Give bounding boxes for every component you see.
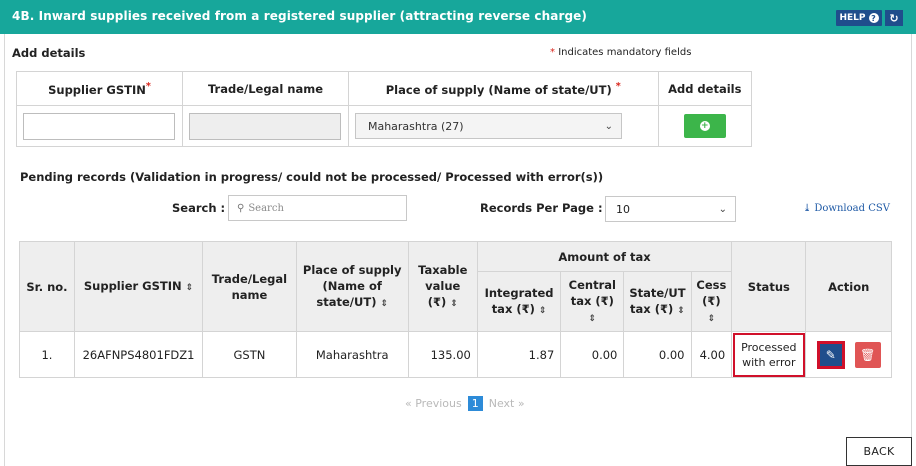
pending-records-title: Pending records (Validation in progress/… (20, 170, 604, 184)
add-button[interactable]: + (683, 114, 726, 138)
next-page-link[interactable]: Next » (489, 397, 525, 410)
mandatory-star: * (550, 47, 555, 58)
place-of-supply-value: Maharashtra (27) (367, 119, 464, 133)
plus-icon: + (699, 120, 710, 131)
sort-icon: ⇕ (185, 282, 194, 293)
edit-button[interactable]: ✎ (816, 340, 845, 369)
th-status: Status (731, 241, 807, 332)
search-icon: ⚲ (237, 202, 245, 214)
col-add-details: Add details (657, 71, 753, 106)
required-star: * (145, 80, 151, 92)
col-place-of-supply: Place of supply (Name of state/UT) * (347, 71, 659, 106)
mandatory-note-text: Indicates mandatory fields (558, 47, 692, 58)
previous-page-link[interactable]: « Previous (405, 397, 462, 410)
back-button[interactable]: BACK (846, 437, 912, 466)
th-integrated-tax[interactable]: Integrated tax (₹) ⇕ (476, 271, 562, 332)
records-per-page-label: Records Per Page : (480, 201, 603, 215)
table-row: 1. 26AFNPS4801FDZ1 GSTN Maharashtra 135.… (19, 331, 892, 378)
page-1-button[interactable]: 1 (467, 396, 483, 411)
th-cess[interactable]: Cess (₹) ⇕ (690, 271, 733, 332)
pending-records-table: Sr. no. Supplier GSTIN ⇕ Trade/Legal name… (19, 241, 892, 378)
search-placeholder: Search (248, 202, 284, 214)
trash-icon: 🗑 (860, 347, 876, 362)
pagination: « Previous 1 Next » (405, 396, 525, 411)
sort-icon: ⇕ (677, 305, 685, 316)
add-details-table: Supplier GSTIN* Trade/Legal name Place o… (16, 71, 753, 147)
th-amount-of-tax: Amount of tax (476, 241, 733, 272)
sort-icon: ⇕ (538, 305, 547, 316)
add-details-title: Add details (12, 46, 86, 60)
col-supplier-gstin: Supplier GSTIN* (16, 71, 183, 106)
cell-trade-name: GSTN (202, 331, 297, 378)
records-per-page-select[interactable]: 10 ⌄ (605, 196, 736, 222)
cell-sr-no: 1. (19, 331, 75, 378)
download-icon: ⤓ (803, 203, 812, 214)
trade-name-input (188, 112, 341, 140)
search-label: Search : (172, 201, 226, 215)
pencil-icon: ✎ (825, 347, 836, 362)
cell-place-of-supply: Maharashtra (295, 331, 409, 378)
help-button[interactable]: HELP ? (836, 10, 882, 26)
download-csv-link[interactable]: ⤓ Download CSV (803, 203, 890, 214)
th-place-of-supply[interactable]: Place of supply (Name of state/UT) ⇕ (295, 241, 409, 332)
refresh-icon[interactable]: ↻ (885, 10, 903, 26)
th-sr-no: Sr. no. (19, 241, 75, 332)
th-state-tax[interactable]: State/UT tax (₹) ⇕ (623, 271, 692, 332)
th-action: Action (805, 241, 892, 332)
delete-button[interactable]: 🗑 (854, 341, 881, 368)
th-trade-name[interactable]: Trade/Legal name (202, 241, 297, 332)
sort-icon: ⇕ (380, 298, 389, 309)
status-badge: Processed with error (732, 332, 805, 377)
section-header: 4B. Inward supplies received from a regi… (0, 0, 916, 34)
th-taxable-value[interactable]: Taxable value (₹) ⇕ (407, 241, 478, 332)
sort-icon: ⇕ (707, 313, 716, 324)
cell-integrated-tax: 1.87 (476, 331, 562, 378)
section-title: 4B. Inward supplies received from a regi… (12, 9, 588, 23)
mandatory-note: * Indicates mandatory fields (550, 47, 691, 58)
th-supplier-gstin[interactable]: Supplier GSTIN ⇕ (73, 241, 204, 332)
required-star: * (615, 80, 621, 92)
chevron-down-icon: ⌄ (718, 203, 727, 215)
cell-state-tax: 0.00 (623, 331, 692, 378)
supplier-gstin-input[interactable] (23, 112, 175, 140)
cell-supplier-gstin: 26AFNPS4801FDZ1 (73, 331, 204, 378)
search-input[interactable]: ⚲ Search (228, 195, 407, 221)
sort-icon: ⇕ (588, 313, 597, 324)
cell-taxable-value: 135.00 (407, 331, 478, 378)
help-label: HELP (839, 13, 866, 23)
place-of-supply-select[interactable]: Maharashtra (27) ⌄ (354, 113, 622, 139)
question-icon: ? (868, 13, 879, 23)
col-trade-name: Trade/Legal name (181, 71, 349, 106)
cell-cess: 4.00 (690, 331, 733, 378)
download-csv-label: Download CSV (814, 203, 890, 214)
th-central-tax[interactable]: Central tax (₹) ⇕ (560, 271, 625, 332)
cell-central-tax: 0.00 (560, 331, 625, 378)
sort-icon: ⇕ (450, 298, 458, 309)
chevron-down-icon: ⌄ (604, 120, 613, 132)
records-per-page-value: 10 (616, 202, 630, 216)
